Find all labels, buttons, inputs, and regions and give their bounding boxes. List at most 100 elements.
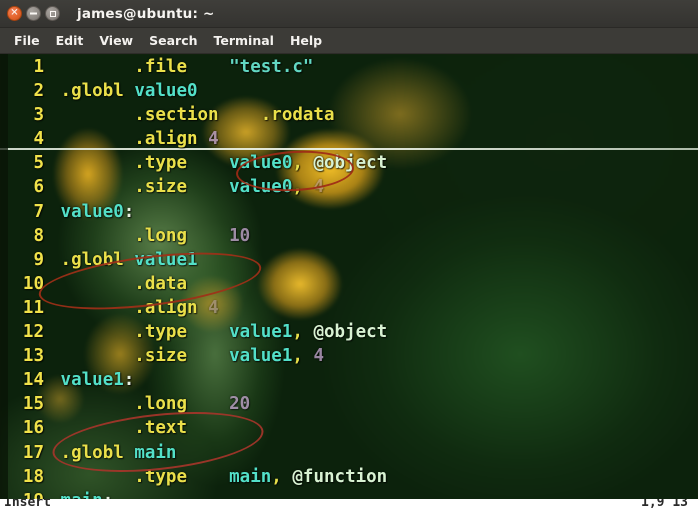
code-line[interactable]: 5 .type value0, @object (0, 151, 698, 175)
token-directive: .type (134, 322, 187, 343)
code-line[interactable]: 15 .long 20 (0, 392, 698, 416)
code-listing[interactable]: 1 .file "test.c" 2 .globl value0 3 .sectio… (0, 54, 698, 517)
minimize-icon (30, 12, 37, 14)
token-ident: value1 (229, 346, 293, 367)
line-number: 3 (33, 105, 44, 126)
code-line[interactable]: 11 .align 4 (0, 296, 698, 320)
token-punct: , (292, 346, 303, 367)
token-type: @object (313, 153, 388, 174)
token-directive: .globl (60, 249, 124, 270)
token-punct: , (292, 153, 303, 174)
menu-item-help[interactable]: Help (282, 31, 330, 50)
token-directive: .type (134, 466, 187, 487)
code-line[interactable]: 2 .globl value0 (0, 79, 698, 103)
code-line[interactable]: 14 value1: (0, 368, 698, 392)
token-num: 4 (313, 346, 324, 367)
code-line-text: .type main, @function (44, 465, 387, 489)
token-directive: .globl (60, 442, 124, 463)
code-line[interactable]: 3 .section .rodata (0, 103, 698, 127)
menu-item-search[interactable]: Search (141, 31, 205, 50)
status-mode: Insert (4, 499, 51, 510)
token-plain: : (123, 370, 135, 391)
code-line-text: value1: (44, 368, 135, 392)
code-line-text: .long 20 (44, 392, 250, 416)
line-number: 5 (33, 153, 44, 174)
code-line[interactable]: 9 .globl value1 (0, 248, 698, 272)
token-num-dim: 4 (208, 297, 219, 318)
menu-item-view[interactable]: View (91, 31, 141, 50)
menu-item-edit[interactable]: Edit (48, 31, 92, 50)
token-string: "test.c" (229, 57, 314, 77)
code-line-text: .file "test.c" (44, 55, 313, 79)
token-punct: , (271, 466, 282, 487)
token-directive: .file (134, 57, 187, 77)
token-num: 10 (229, 225, 251, 246)
token-ident: value0 (229, 177, 293, 198)
maximize-button[interactable] (45, 6, 60, 21)
title-bar: ✕ james@ubuntu: ~ (0, 0, 698, 28)
token-directive: .long (134, 394, 187, 415)
code-line-text: .globl value1 (44, 248, 198, 272)
token-ident: main (134, 442, 177, 463)
token-ident: value1 (134, 249, 198, 270)
line-number: 8 (33, 225, 44, 246)
code-line[interactable]: 6 .size value0, 4 (0, 175, 698, 199)
terminal-content[interactable]: 1 .file "test.c" 2 .globl value0 3 .sectio… (0, 54, 698, 517)
code-line[interactable]: 10 .data (0, 272, 698, 296)
code-line[interactable]: 17 .globl main (0, 441, 698, 465)
code-line-text: .long 10 (44, 224, 250, 248)
token-type: @object (313, 322, 388, 343)
code-line-text: .size value0, 4 (44, 175, 324, 199)
code-line[interactable]: 18 .type main, @function (0, 465, 698, 489)
token-directive: .globl (60, 81, 124, 102)
maximize-icon (49, 10, 56, 17)
code-line[interactable]: 13 .size value1, 4 (0, 344, 698, 368)
close-button[interactable]: ✕ (7, 6, 22, 21)
code-line[interactable]: 4 .align 4 (0, 127, 698, 151)
menu-bar: File Edit View Search Terminal Help (0, 28, 698, 54)
token-ident: value0 (229, 153, 293, 174)
token-directive: .data (134, 273, 187, 294)
code-line[interactable]: 8 .long 10 (0, 224, 698, 248)
code-line-text: .section .rodata (44, 103, 334, 127)
code-line[interactable]: 1 .file "test.c" (0, 55, 698, 79)
menu-item-file[interactable]: File (6, 31, 48, 50)
code-line-text: value0: (44, 200, 135, 224)
minimize-button[interactable] (26, 6, 41, 21)
token-num: 20 (229, 394, 251, 415)
token-punct: , (292, 177, 303, 198)
status-position: 1,9 13 (641, 499, 688, 510)
code-line[interactable]: 7 value0: (0, 200, 698, 224)
line-number: 17 (22, 442, 44, 463)
line-number: 15 (22, 394, 44, 415)
token-num: 4 (208, 129, 219, 150)
token-num-dim: 4 (313, 177, 324, 198)
code-line[interactable]: 12 .type value1, @object (0, 320, 698, 344)
code-line[interactable]: 16 .text (0, 416, 698, 440)
line-number: 11 (22, 297, 44, 318)
menu-item-terminal[interactable]: Terminal (206, 31, 282, 50)
token-ident: value1 (229, 322, 293, 343)
